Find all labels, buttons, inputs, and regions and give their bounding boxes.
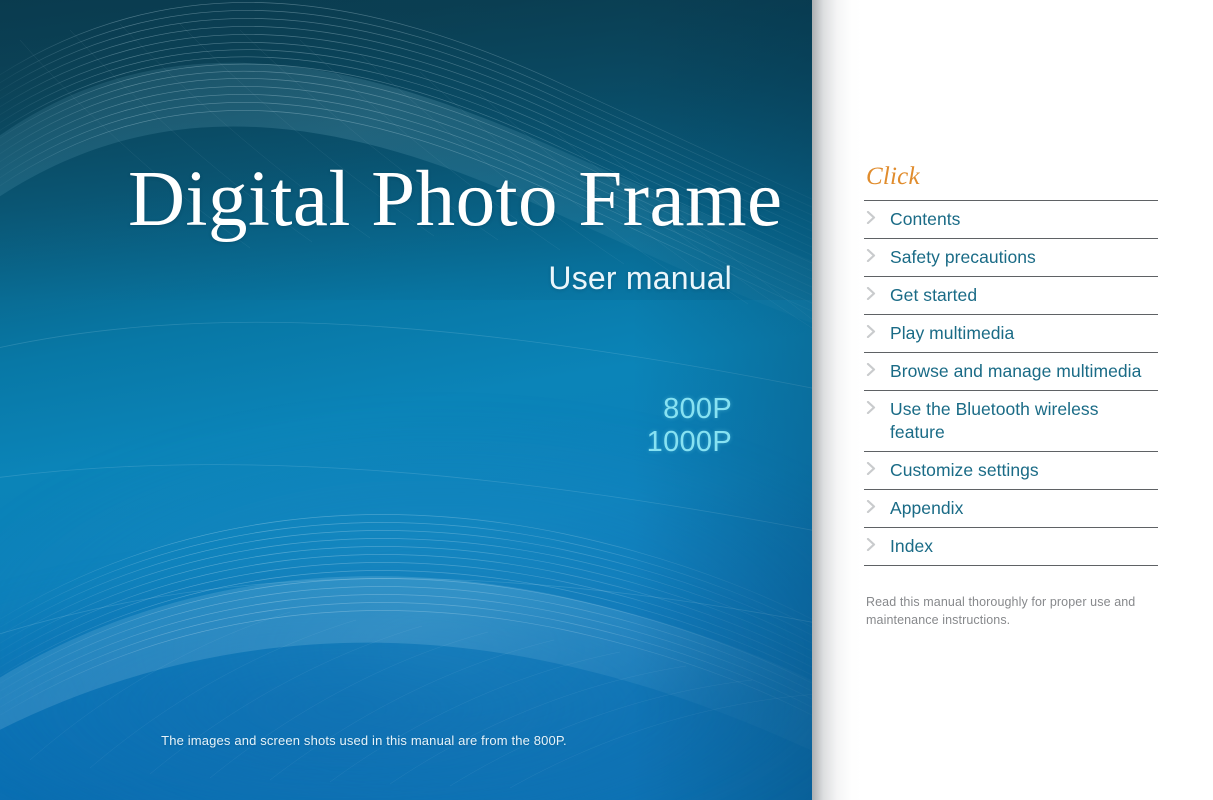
page-title: Digital Photo Frame bbox=[128, 156, 783, 243]
index-item-customize-settings[interactable]: Customize settings bbox=[864, 452, 1158, 490]
chevron-right-icon bbox=[866, 538, 877, 551]
index-item-label[interactable]: Get started bbox=[890, 284, 1158, 307]
index-panel: Click Contents Safety precautions Get st… bbox=[864, 0, 1158, 800]
page-fold-shadow bbox=[812, 0, 864, 800]
index-item-label[interactable]: Index bbox=[890, 535, 1158, 558]
model-number-800p: 800P bbox=[663, 393, 732, 425]
index-link-list: Contents Safety precautions Get started … bbox=[864, 200, 1158, 566]
index-item-label[interactable]: Appendix bbox=[890, 497, 1158, 520]
model-number-1000p: 1000P bbox=[646, 426, 732, 458]
index-item-label[interactable]: Play multimedia bbox=[890, 322, 1158, 345]
index-item-index[interactable]: Index bbox=[864, 528, 1158, 566]
index-item-label[interactable]: Use the Bluetooth wireless feature bbox=[890, 398, 1158, 444]
chevron-right-icon bbox=[866, 287, 877, 300]
index-item-label[interactable]: Contents bbox=[890, 208, 1158, 231]
index-item-use-the-bluetooth-wireless-feature[interactable]: Use the Bluetooth wireless feature bbox=[864, 391, 1158, 452]
chevron-right-icon bbox=[866, 363, 877, 376]
index-footnote: Read this manual thoroughly for proper u… bbox=[866, 595, 1136, 627]
index-item-label[interactable]: Browse and manage multimedia bbox=[890, 360, 1158, 383]
index-item-play-multimedia[interactable]: Play multimedia bbox=[864, 315, 1158, 353]
index-item-browse-and-manage-multimedia[interactable]: Browse and manage multimedia bbox=[864, 353, 1158, 391]
chevron-right-icon bbox=[866, 211, 877, 224]
index-item-get-started[interactable]: Get started bbox=[864, 277, 1158, 315]
index-item-contents[interactable]: Contents bbox=[864, 201, 1158, 239]
index-item-label[interactable]: Customize settings bbox=[890, 459, 1158, 482]
cover-disclaimer-note: The images and screen shots used in this… bbox=[161, 733, 567, 748]
index-item-label[interactable]: Safety precautions bbox=[890, 246, 1158, 269]
chevron-right-icon bbox=[866, 325, 877, 338]
model-number-list: 800P 1000P bbox=[128, 393, 732, 459]
index-heading: Click bbox=[866, 163, 920, 190]
index-item-appendix[interactable]: Appendix bbox=[864, 490, 1158, 528]
cover-artwork-panel: Digital Photo Frame User manual 800P 100… bbox=[0, 0, 812, 800]
page-subtitle: User manual bbox=[548, 260, 732, 296]
index-item-safety-precautions[interactable]: Safety precautions bbox=[864, 239, 1158, 277]
chevron-right-icon bbox=[866, 500, 877, 513]
chevron-right-icon bbox=[866, 249, 877, 262]
chevron-right-icon bbox=[866, 462, 877, 475]
cover-page: Digital Photo Frame User manual 800P 100… bbox=[0, 0, 1213, 800]
chevron-right-icon bbox=[866, 401, 877, 414]
